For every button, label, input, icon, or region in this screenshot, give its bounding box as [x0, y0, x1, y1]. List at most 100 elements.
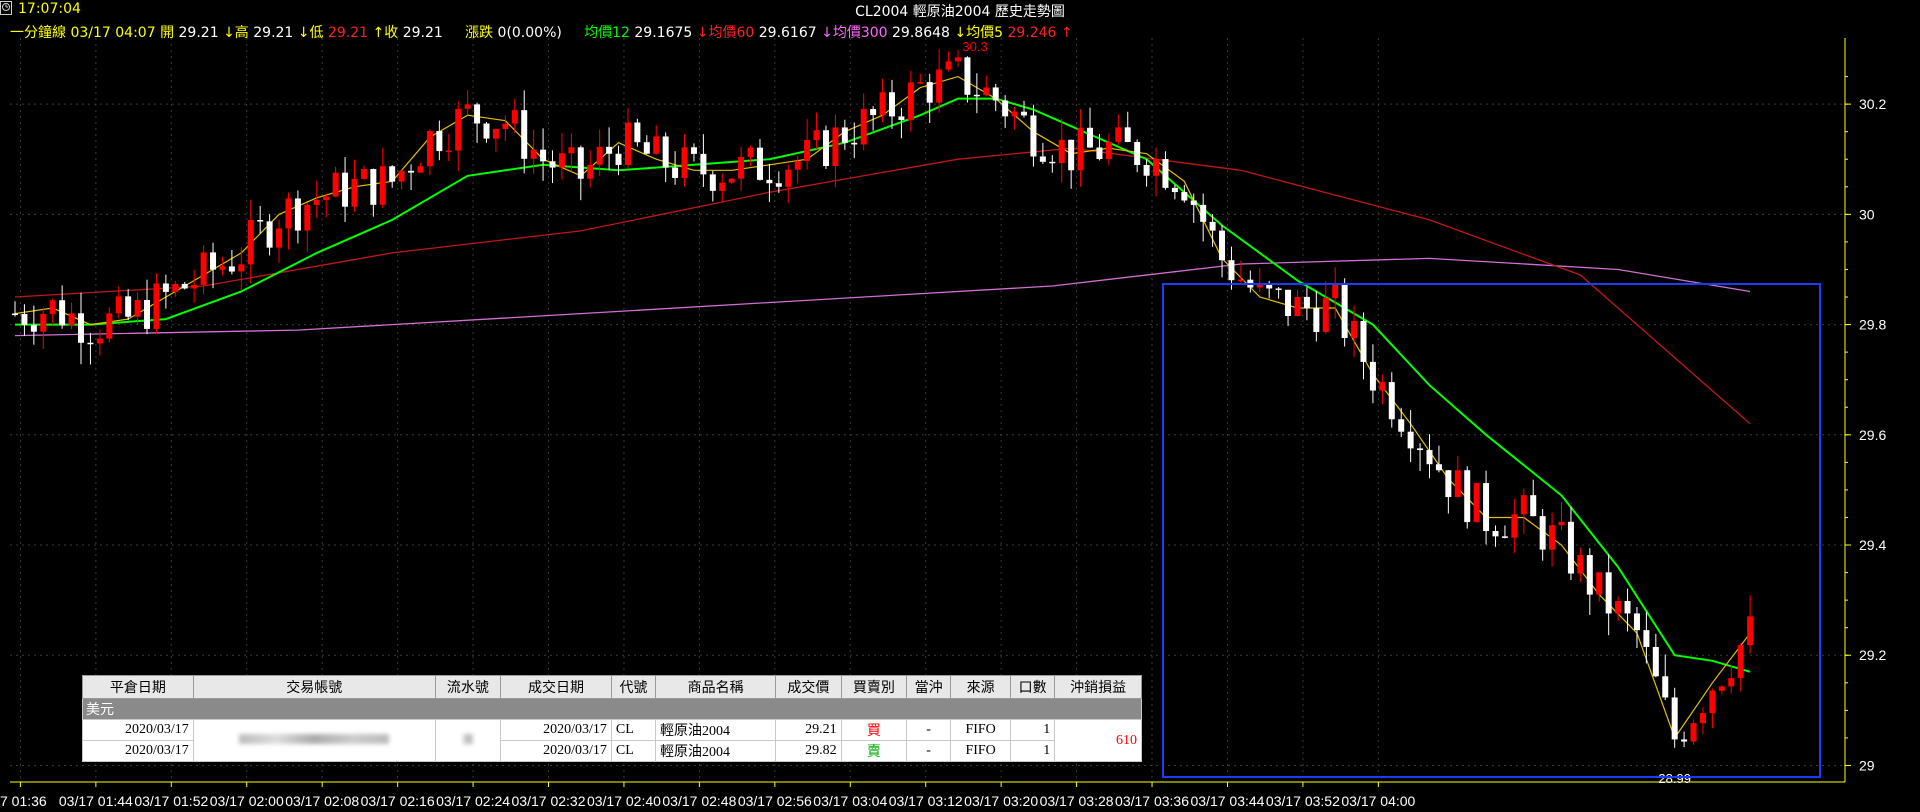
- qty-cell: 1: [1010, 740, 1056, 762]
- group-row-currency[interactable]: 美元: [82, 698, 1142, 720]
- candle-down: [1624, 600, 1631, 614]
- header-close-date[interactable]: 平倉日期: [82, 675, 194, 699]
- candle-down: [1398, 419, 1405, 432]
- candle-down: [1464, 470, 1471, 523]
- candle-up: [1332, 284, 1339, 299]
- selection-box[interactable]: [1162, 283, 1821, 778]
- candle-down: [1662, 676, 1669, 698]
- candle-down: [1407, 431, 1414, 449]
- side-cell-buy: 買: [840, 719, 908, 741]
- candle-down: [1652, 646, 1659, 677]
- candle-down: [342, 172, 349, 207]
- candle-down: [1435, 464, 1442, 471]
- product-cell: 輕原油2004: [654, 719, 777, 741]
- x-tick-label: 03/17 03:12: [889, 793, 963, 809]
- candle-down: [766, 179, 773, 184]
- candle-up: [68, 313, 75, 326]
- header-source[interactable]: 來源: [950, 675, 1012, 699]
- pnl-cell: 610: [1054, 719, 1142, 762]
- y-tick-label: 29.4: [1859, 537, 1886, 553]
- header-pnl[interactable]: 沖銷損益: [1054, 675, 1142, 699]
- candle-up: [1294, 296, 1301, 317]
- candle-down: [851, 142, 858, 145]
- candle-up: [983, 87, 990, 96]
- header-qty[interactable]: 口數: [1010, 675, 1056, 699]
- candle-up: [247, 220, 254, 265]
- x-tick-label: 03/17 03:52: [1266, 793, 1340, 809]
- candle-up: [351, 178, 358, 207]
- candle-down: [1087, 127, 1094, 148]
- header-side[interactable]: 買賣別: [840, 675, 908, 699]
- header-account[interactable]: 交易帳號: [192, 675, 436, 699]
- header-serial[interactable]: 流水號: [434, 675, 502, 699]
- candle-down: [1501, 536, 1508, 538]
- moving-average-lines: [14, 75, 1751, 740]
- header-trade-date[interactable]: 成交日期: [500, 675, 612, 699]
- candle-up: [200, 252, 207, 285]
- candle-down: [1200, 204, 1207, 222]
- y-tick-label: 30: [1859, 206, 1875, 222]
- candle-down: [1039, 156, 1046, 162]
- candle-up: [917, 82, 924, 84]
- candle-down: [181, 283, 188, 289]
- candle-down: [1219, 230, 1226, 261]
- candle-up: [40, 313, 47, 332]
- candle-up: [1473, 483, 1480, 523]
- code-cell: CL: [610, 719, 657, 741]
- candle-up: [323, 196, 330, 200]
- candle-up: [1077, 127, 1084, 171]
- candle-down: [964, 57, 971, 95]
- candle-down: [756, 147, 763, 180]
- header-code[interactable]: 代號: [610, 675, 657, 699]
- x-tick-label: 03/17 03:04: [813, 793, 887, 809]
- candle-down: [294, 198, 301, 231]
- price-cell: 29.21: [775, 719, 842, 741]
- candle-down: [30, 324, 37, 332]
- candle-up: [219, 266, 226, 270]
- header-product[interactable]: 商品名稱: [654, 675, 777, 699]
- candle-up: [464, 104, 471, 109]
- candle-down: [1209, 221, 1216, 231]
- ma5-line: [14, 75, 1751, 740]
- header-daytrade[interactable]: 當沖: [906, 675, 952, 699]
- candle-up: [945, 61, 952, 70]
- close-date-cell: 2020/03/17: [82, 719, 194, 741]
- product-cell: 輕原油2004: [654, 740, 777, 762]
- x-tick-label: 03/17 03:28: [1040, 793, 1114, 809]
- code-cell: CL: [610, 740, 657, 762]
- candle-up: [813, 130, 820, 141]
- candle-down: [700, 153, 707, 175]
- candle-up: [134, 300, 141, 317]
- x-tick-label: 03/17 02:56: [738, 793, 812, 809]
- side-cell-sell: 賣: [840, 740, 908, 762]
- candle-down: [615, 153, 622, 165]
- candle-down: [672, 167, 679, 179]
- candle-up: [624, 122, 631, 165]
- candle-down: [162, 283, 169, 292]
- candle-down: [1539, 516, 1546, 550]
- x-tick-label: 03/17 03:20: [964, 793, 1038, 809]
- candle-down: [87, 342, 94, 345]
- ma12-line: [15, 97, 1751, 673]
- candle-down: [577, 147, 584, 179]
- close-date-cell: 2020/03/17: [82, 740, 194, 762]
- candle-up: [445, 150, 452, 153]
- candle-down: [870, 109, 877, 116]
- candle-down: [1049, 161, 1056, 164]
- candle-up: [1520, 495, 1527, 515]
- candle-up: [1379, 382, 1386, 391]
- table-row[interactable]: 2020/03/17 2020/03/17 CL 輕原油2004 29.21 買…: [82, 719, 1142, 762]
- candle-down: [21, 314, 28, 325]
- candle-down: [1483, 483, 1490, 532]
- chart-grid: [10, 38, 1845, 782]
- candle-down: [12, 313, 18, 316]
- candle-down: [690, 147, 697, 154]
- candle-up: [96, 338, 103, 344]
- candle-down: [436, 131, 443, 152]
- x-tick-label: 03/17 03:44: [1190, 793, 1264, 809]
- candle-up: [379, 166, 386, 205]
- ma300-line: [14, 257, 1751, 337]
- header-price[interactable]: 成交價: [775, 675, 842, 699]
- trade-date-cell: 2020/03/17: [500, 719, 612, 741]
- candle-down: [1275, 288, 1282, 290]
